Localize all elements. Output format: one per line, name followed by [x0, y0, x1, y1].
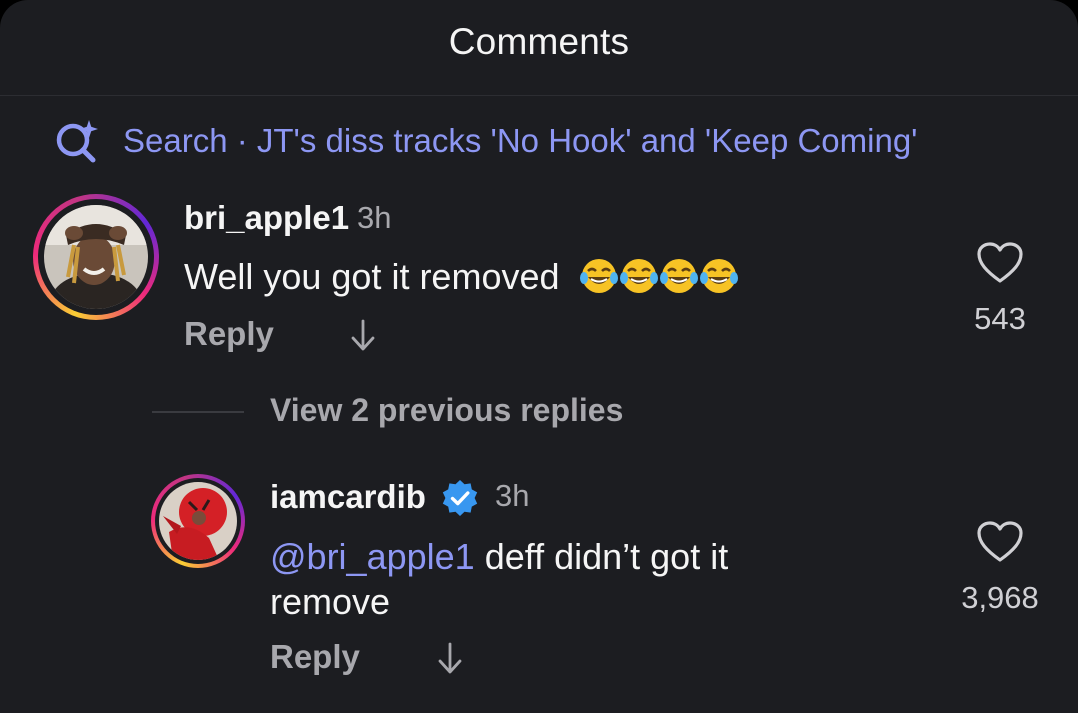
- like-count: 543: [974, 301, 1026, 336]
- reply-button[interactable]: Reply: [270, 638, 360, 676]
- search-suggestion-label: Search · JT's diss tracks 'No Hook' and …: [123, 122, 918, 159]
- mention-link[interactable]: @bri_apple1: [270, 536, 475, 577]
- arrow-down-icon[interactable]: [435, 641, 465, 675]
- comment-timestamp: 3h: [357, 200, 392, 235]
- comments-sheet: Comments Search · JT's diss tracks 'No H…: [0, 0, 1078, 713]
- heart-icon[interactable]: [976, 241, 1024, 285]
- avatar-photo-icon: [159, 482, 237, 560]
- tears-of-joy-emoji-icon: [699, 259, 738, 293]
- tears-of-joy-emoji-icon: [619, 259, 658, 293]
- heart-icon[interactable]: [976, 520, 1024, 564]
- comments-header: Comments: [0, 0, 1078, 96]
- reply-timestamp: 3h: [495, 478, 530, 513]
- reply-body-line2: remove: [270, 581, 391, 622]
- reply-text: @bri_apple1 deff didn’t got it remove: [270, 534, 728, 624]
- avatar: [44, 205, 148, 309]
- thread-line: [152, 411, 244, 413]
- reply-button[interactable]: Reply: [184, 315, 274, 353]
- tears-of-joy-emoji-icon: [579, 259, 618, 293]
- comment-username[interactable]: bri_apple1: [184, 199, 349, 237]
- search-suggestion[interactable]: Search · JT's diss tracks 'No Hook' and …: [53, 118, 917, 164]
- sparkle-search-icon: [56, 120, 98, 163]
- reply-body-line1: deff didn’t got it: [474, 536, 729, 577]
- comment-body: Well you got it removed: [184, 256, 560, 297]
- avatar-ring[interactable]: [33, 194, 159, 320]
- comments-title: Comments: [448, 21, 630, 62]
- avatar-photo-icon: [44, 205, 148, 309]
- view-previous-replies-button[interactable]: View 2 previous replies: [270, 392, 623, 429]
- avatar: [159, 482, 237, 560]
- arrow-down-icon[interactable]: [348, 318, 378, 352]
- like-count: 3,968: [961, 580, 1039, 615]
- avatar-ring[interactable]: [151, 474, 245, 568]
- verified-badge-icon: [442, 480, 478, 516]
- tears-of-joy-emoji-icon: [659, 259, 698, 293]
- comment-text: Well you got it removed: [184, 254, 738, 299]
- reply-username[interactable]: iamcardib: [270, 478, 426, 516]
